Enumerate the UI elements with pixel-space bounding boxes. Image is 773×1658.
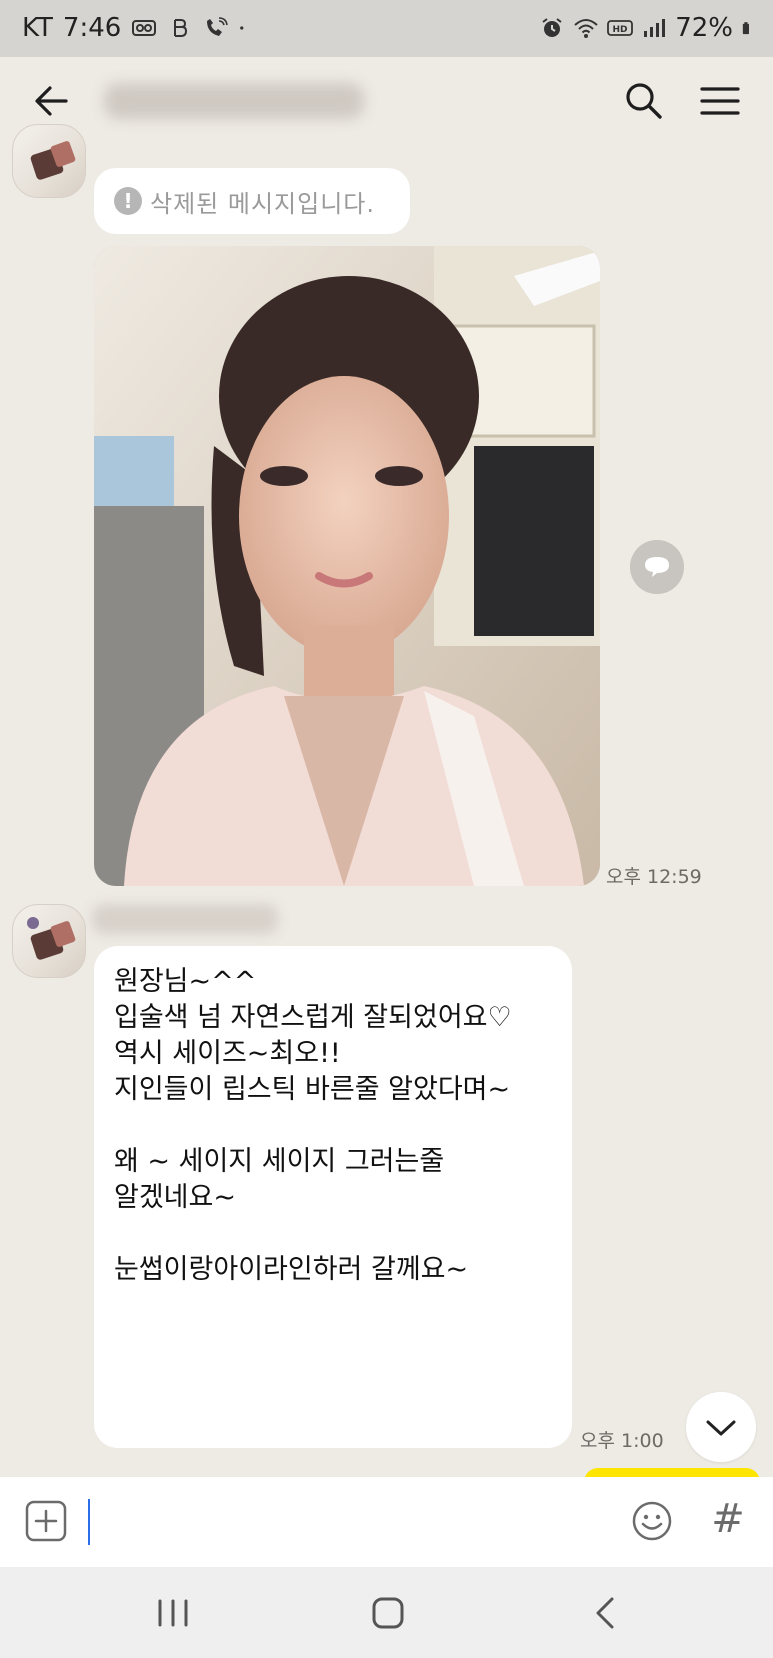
deleted-message-bubble[interactable]: ! 삭제된 메시지입니다. [94, 168, 410, 234]
text-timestamp: 오후 1:00 [580, 1430, 664, 1452]
sender-avatar[interactable] [12, 904, 86, 978]
message-input-bar: # [0, 1477, 773, 1567]
svg-text:HD: HD [613, 25, 628, 35]
voicemail-icon [132, 20, 157, 36]
message-input[interactable] [88, 1499, 618, 1545]
chat-title-blurred [104, 83, 364, 119]
share-chat-icon[interactable] [630, 540, 684, 594]
battery-icon [742, 22, 749, 35]
dot-icon [240, 26, 244, 30]
text-message-bubble[interactable]: 원장님~^^ 입술색 넘 자연스럽게 잘되었어요♡ 역시 세이즈~최오!! 지인… [94, 946, 572, 1448]
recent-apps-icon[interactable] [148, 1593, 198, 1633]
chat-header [0, 57, 773, 145]
emoji-smile-icon[interactable] [630, 1499, 674, 1543]
nav-back-icon[interactable] [584, 1593, 628, 1633]
wifi-icon [574, 19, 598, 38]
selfie-photo-image [94, 246, 600, 886]
photo-timestamp: 오후 12:59 [606, 866, 702, 888]
hashtag-button[interactable]: # [706, 1495, 750, 1543]
wifi-calling-icon [207, 17, 229, 36]
home-icon[interactable] [366, 1593, 410, 1633]
hd-icon: HD [607, 20, 634, 36]
android-nav-bar [0, 1567, 773, 1658]
sender-name-blurred [92, 904, 278, 934]
status-bar: KT 7:46 HD 72% [0, 0, 773, 57]
signal-icon [644, 19, 666, 37]
text-message-content: 원장님~^^ 입술색 넘 자연스럽게 잘되었어요♡ 역시 세이즈~최오!! 지인… [114, 966, 512, 1285]
clock-label: 7:46 [62, 13, 122, 43]
bluetooth-b-icon [174, 19, 188, 37]
alarm-icon [542, 18, 562, 37]
battery-percent: 72% [675, 13, 733, 43]
exclamation-icon: ! [114, 187, 142, 215]
back-arrow-icon[interactable] [30, 77, 78, 125]
photo-message[interactable] [94, 246, 600, 886]
hamburger-menu-icon[interactable] [696, 77, 744, 125]
carrier-label: KT [22, 13, 53, 43]
search-icon[interactable] [620, 77, 668, 125]
sender-avatar[interactable] [12, 124, 86, 198]
scroll-down-chevron-icon[interactable] [686, 1392, 756, 1462]
deleted-message-text: 삭제된 메시지입니다. [150, 189, 375, 218]
plus-square-icon[interactable] [24, 1499, 68, 1543]
